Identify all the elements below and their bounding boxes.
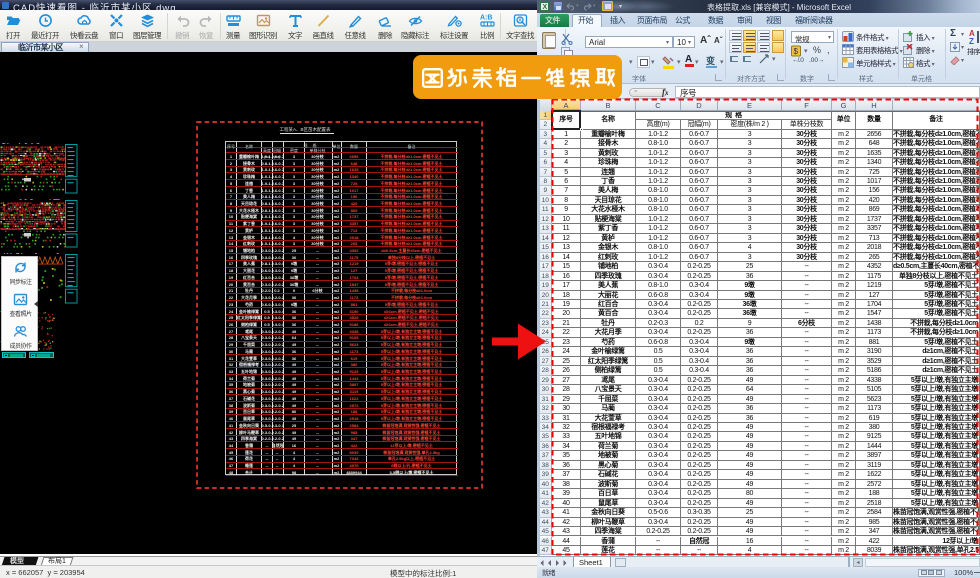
svg-text:A:B: A:B bbox=[480, 15, 492, 22]
svg-text:$: $ bbox=[794, 47, 799, 56]
svg-text:变: 变 bbox=[706, 55, 715, 66]
